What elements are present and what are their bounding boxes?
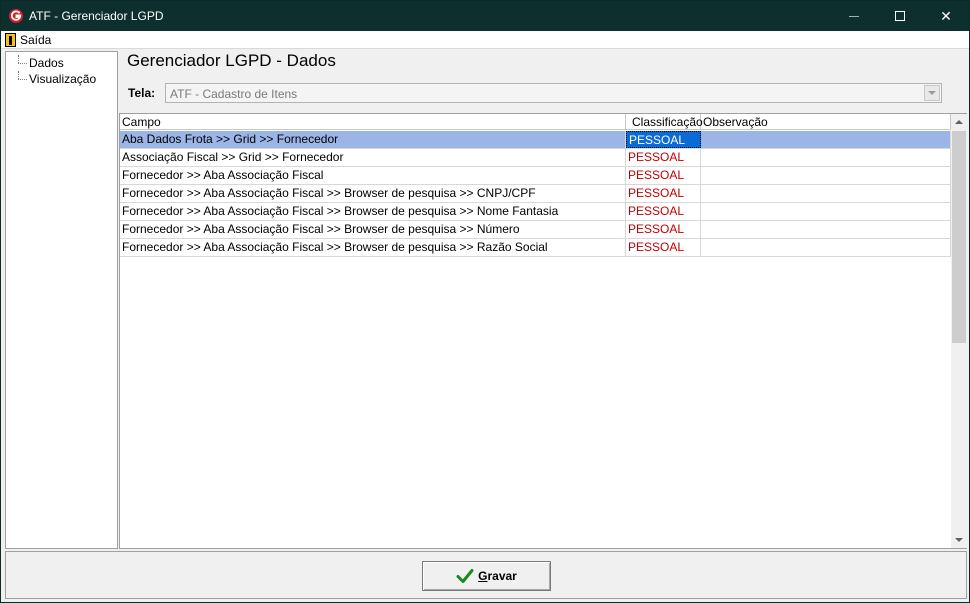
scroll-up-icon[interactable] bbox=[951, 114, 967, 130]
menu-bar: Saída bbox=[1, 31, 969, 49]
cell-classificacao[interactable]: PESSOAL bbox=[626, 149, 701, 166]
table-row[interactable]: Fornecedor >> Aba Associação Fiscal >> B… bbox=[120, 239, 951, 257]
tree-item-label: Dados bbox=[29, 56, 64, 70]
cell-campo[interactable]: Fornecedor >> Aba Associação Fiscal >> B… bbox=[120, 221, 626, 238]
cell-campo[interactable]: Fornecedor >> Aba Associação Fiscal >> B… bbox=[120, 239, 626, 256]
chevron-down-icon[interactable] bbox=[924, 85, 940, 101]
app-window: ATF - Gerenciador LGPD ✕ Saída Dados Vis… bbox=[0, 0, 970, 603]
table-row[interactable]: Associação Fiscal >> Grid >> Fornecedor … bbox=[120, 149, 951, 167]
table-row[interactable]: Fornecedor >> Aba Associação Fiscal >> B… bbox=[120, 185, 951, 203]
cell-observacao[interactable] bbox=[701, 149, 951, 166]
tree-item-label: Visualização bbox=[29, 72, 97, 86]
cell-observacao[interactable] bbox=[701, 167, 951, 184]
navigation-tree: Dados Visualização bbox=[5, 51, 118, 549]
cell-campo[interactable]: Fornecedor >> Aba Associação Fiscal bbox=[120, 167, 626, 184]
tree-item-dados[interactable]: Dados bbox=[6, 55, 64, 71]
menu-item-exit[interactable]: Saída bbox=[5, 32, 51, 48]
tela-select[interactable]: ATF - Cadastro de Itens bbox=[165, 83, 942, 103]
cell-classificacao[interactable]: PESSOAL bbox=[626, 203, 701, 220]
column-header-observacao[interactable]: Observação bbox=[701, 114, 951, 130]
cell-campo[interactable]: Associação Fiscal >> Grid >> Fornecedor bbox=[120, 149, 626, 166]
grid-header: Campo Classificação Observação bbox=[120, 114, 951, 130]
cell-classificacao[interactable]: PESSOAL bbox=[626, 131, 701, 148]
scroll-down-icon[interactable] bbox=[951, 532, 967, 548]
title-bar[interactable]: ATF - Gerenciador LGPD ✕ bbox=[1, 1, 969, 31]
cell-observacao[interactable] bbox=[701, 221, 951, 238]
vertical-scrollbar[interactable] bbox=[951, 114, 967, 548]
scroll-thumb[interactable] bbox=[952, 131, 966, 343]
cell-observacao[interactable] bbox=[701, 131, 951, 148]
cell-campo[interactable]: Aba Dados Frota >> Grid >> Fornecedor bbox=[120, 131, 626, 148]
table-row[interactable]: Fornecedor >> Aba Associação Fiscal PESS… bbox=[120, 167, 951, 185]
column-header-campo[interactable]: Campo bbox=[120, 114, 626, 130]
maximize-icon bbox=[895, 11, 905, 21]
table-row[interactable]: Aba Dados Frota >> Grid >> Fornecedor PE… bbox=[120, 131, 951, 149]
window-title: ATF - Gerenciador LGPD bbox=[29, 9, 164, 23]
cell-campo[interactable]: Fornecedor >> Aba Associação Fiscal >> B… bbox=[120, 203, 626, 220]
cell-classificacao[interactable]: PESSOAL bbox=[626, 167, 701, 184]
column-header-classificacao[interactable]: Classificação bbox=[626, 114, 703, 130]
tela-select-value: ATF - Cadastro de Itens bbox=[170, 87, 298, 101]
cell-observacao[interactable] bbox=[701, 185, 951, 202]
cell-classificacao[interactable]: PESSOAL bbox=[626, 221, 701, 238]
save-button-label: Gravar bbox=[478, 569, 517, 583]
footer-panel: Gravar bbox=[5, 551, 967, 599]
cell-campo[interactable]: Fornecedor >> Aba Associação Fiscal >> B… bbox=[120, 185, 626, 202]
save-button-label-rest: ravar bbox=[487, 569, 517, 583]
cell-classificacao[interactable]: PESSOAL bbox=[626, 239, 701, 256]
table-row[interactable]: Fornecedor >> Aba Associação Fiscal >> B… bbox=[120, 203, 951, 221]
tree-connector bbox=[6, 55, 28, 71]
cell-classificacao[interactable]: PESSOAL bbox=[626, 185, 701, 202]
cell-observacao[interactable] bbox=[701, 203, 951, 220]
page-title: Gerenciador LGPD - Dados bbox=[127, 51, 336, 70]
save-button[interactable]: Gravar bbox=[422, 561, 551, 591]
close-icon: ✕ bbox=[940, 7, 952, 24]
app-logo-icon bbox=[9, 9, 23, 23]
table-row[interactable]: Fornecedor >> Aba Associação Fiscal >> B… bbox=[120, 221, 951, 239]
minimize-icon bbox=[849, 15, 859, 17]
checkmark-icon bbox=[456, 569, 474, 583]
cell-observacao[interactable] bbox=[701, 239, 951, 256]
tela-label: Tela: bbox=[128, 86, 156, 100]
minimize-button[interactable] bbox=[831, 1, 877, 31]
maximize-button[interactable] bbox=[877, 1, 923, 31]
tree-item-visualizacao[interactable]: Visualização bbox=[6, 71, 96, 87]
close-button[interactable]: ✕ bbox=[923, 1, 969, 31]
data-grid: Campo Classificação Observação Aba Dados… bbox=[119, 113, 967, 549]
menu-item-exit-label: Saída bbox=[20, 33, 52, 47]
tree-connector bbox=[6, 71, 28, 87]
exit-door-icon bbox=[5, 33, 16, 47]
